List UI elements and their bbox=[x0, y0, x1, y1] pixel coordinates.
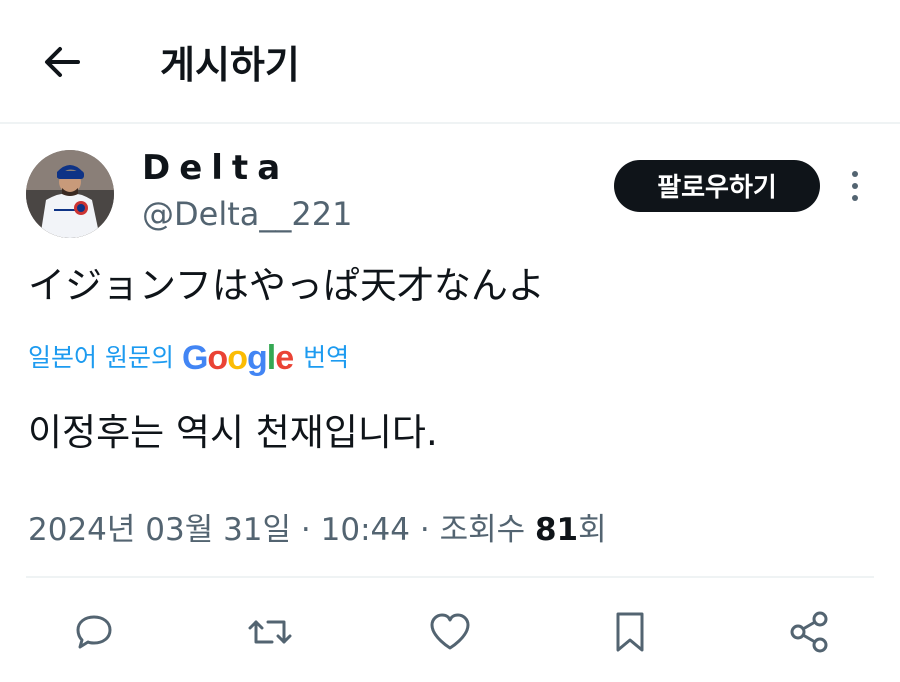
retweet-icon[interactable] bbox=[246, 608, 294, 656]
views-label: 조회수 bbox=[439, 512, 526, 548]
meta-separator: · bbox=[300, 512, 311, 548]
page-title: 게시하기 bbox=[160, 43, 300, 87]
tweet-text: イジョンフはやっぱ天才なんよ bbox=[28, 264, 545, 307]
bookmark-icon[interactable] bbox=[606, 608, 654, 656]
translated-text: 이정후는 역시 천재입니다. bbox=[28, 411, 438, 454]
tweet-meta: 2024년 03월 31일 · 10:44 · 조회수 81회 bbox=[28, 506, 607, 554]
views-unit: 회 bbox=[578, 512, 607, 548]
reply-icon[interactable] bbox=[70, 608, 118, 656]
back-arrow-icon[interactable] bbox=[40, 40, 84, 84]
user-name[interactable]: Delta bbox=[142, 146, 289, 190]
heart-icon[interactable] bbox=[426, 608, 474, 656]
translate-suffix: 번역 bbox=[303, 343, 350, 372]
tweet-date: 2024년 03월 31일 bbox=[28, 512, 292, 548]
more-vertical-icon[interactable] bbox=[842, 168, 868, 204]
translate-prefix: 일본어 원문의 bbox=[28, 343, 174, 372]
google-logo: Google bbox=[181, 339, 294, 377]
tweet-time: 10:44 bbox=[320, 512, 410, 548]
share-icon[interactable] bbox=[786, 608, 834, 656]
translation-attribution[interactable]: 일본어 원문의 Google 번역 bbox=[28, 336, 349, 380]
user-handle[interactable]: @Delta__221 bbox=[142, 192, 352, 236]
avatar[interactable] bbox=[26, 150, 114, 238]
views-count: 81 bbox=[534, 512, 579, 548]
header-divider bbox=[0, 122, 900, 124]
follow-button[interactable]: 팔로우하기 bbox=[614, 160, 820, 212]
meta-separator: · bbox=[419, 512, 430, 548]
actions-divider bbox=[26, 576, 874, 578]
